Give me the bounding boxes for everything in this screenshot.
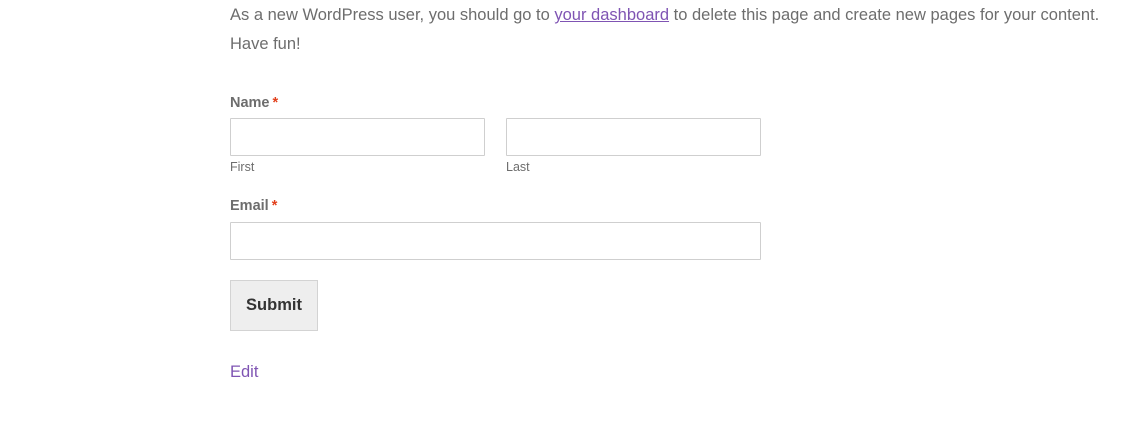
email-label: Email * xyxy=(230,198,277,214)
email-required-marker: * xyxy=(271,198,278,214)
name-label: Name * xyxy=(230,95,278,111)
first-name-input[interactable] xyxy=(230,118,485,156)
dashboard-link[interactable]: your dashboard xyxy=(554,6,669,24)
name-label-text: Name xyxy=(230,95,270,111)
intro-paragraph: As a new WordPress user, you should go t… xyxy=(230,1,1120,59)
name-required-marker: * xyxy=(272,95,279,111)
email-input[interactable] xyxy=(230,222,761,260)
email-label-text: Email xyxy=(230,198,269,214)
edit-link[interactable]: Edit xyxy=(230,363,258,382)
first-name-sublabel: First xyxy=(230,160,255,174)
last-name-input[interactable] xyxy=(506,118,761,156)
intro-line-2: Have fun! xyxy=(230,35,301,53)
submit-button[interactable]: Submit xyxy=(230,280,318,331)
intro-text-before: As a new WordPress user, you should go t… xyxy=(230,6,555,24)
intro-text-after: to delete this page and create new pages… xyxy=(669,6,1100,24)
last-name-sublabel: Last xyxy=(506,160,530,174)
